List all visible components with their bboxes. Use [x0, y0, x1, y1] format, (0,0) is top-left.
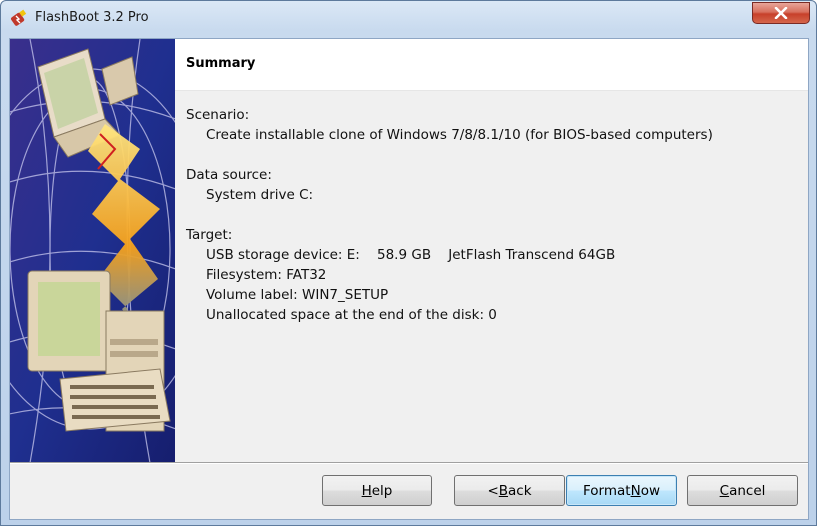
window-title: FlashBoot 3.2 Pro — [35, 10, 149, 25]
help-button[interactable]: Help — [322, 475, 432, 506]
back-button[interactable]: < Back — [454, 475, 565, 506]
page-title: Summary — [186, 56, 256, 71]
target-unallocated-space: Unallocated space at the end of the disk… — [206, 307, 497, 323]
app-window: FlashBoot 3.2 Pro Summary Scenario: Crea… — [0, 0, 817, 526]
scenario-value: Create installable clone of Windows 7/8/… — [206, 127, 713, 143]
title-bar[interactable]: FlashBoot 3.2 Pro — [1, 1, 816, 35]
flashboot-usb-icon — [11, 9, 27, 26]
target-device: USB storage device: E: 58.9 GB JetFlash … — [206, 247, 616, 263]
close-button[interactable] — [752, 2, 810, 24]
wizard-panel: Summary Scenario: Create installable clo… — [9, 38, 809, 520]
computers-data-transfer-illustration — [10, 39, 175, 463]
page-header: Summary — [175, 39, 808, 91]
scenario-label: Scenario: — [186, 107, 250, 123]
data-source-value: System drive C: — [206, 187, 314, 203]
target-volume-label: Volume label: WIN7_SETUP — [206, 287, 389, 303]
data-source-label: Data source: — [186, 167, 272, 183]
close-icon — [774, 7, 788, 19]
target-filesystem: Filesystem: FAT32 — [206, 267, 327, 283]
cancel-button[interactable]: Cancel — [687, 475, 798, 506]
summary-content: Scenario: Create installable clone of Wi… — [186, 105, 713, 325]
format-now-button[interactable]: Format Now — [566, 475, 677, 506]
target-label: Target: — [186, 227, 233, 243]
